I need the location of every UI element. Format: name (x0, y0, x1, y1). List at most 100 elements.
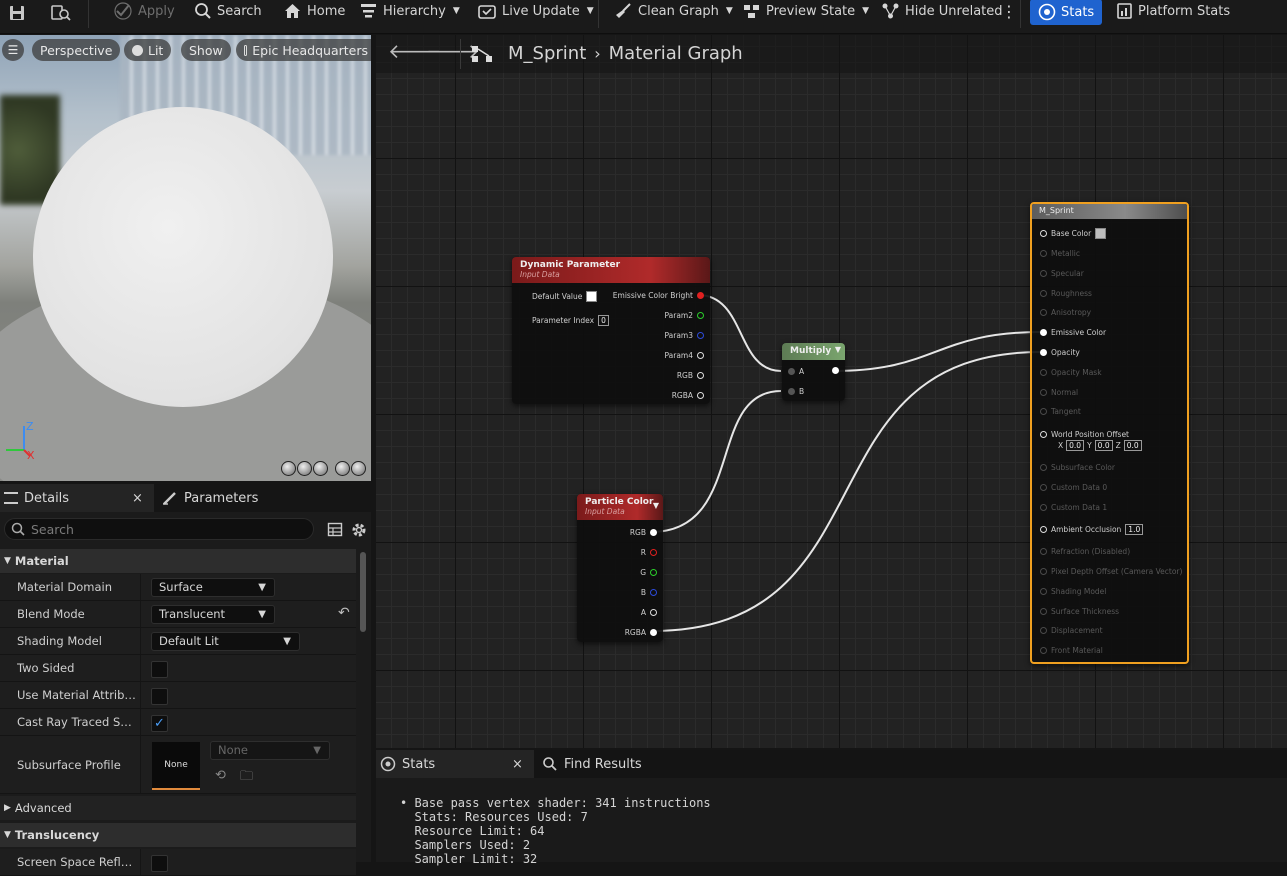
pin-param3[interactable]: Param3 (664, 331, 704, 340)
default-value-swatch[interactable] (586, 291, 598, 302)
pin-rgb[interactable]: RGB (677, 371, 704, 380)
pin-pc-b[interactable]: B (641, 588, 657, 597)
pin-specular[interactable]: Specular (1040, 269, 1084, 278)
close-icon[interactable]: × (512, 757, 523, 772)
pin-world-position-offset[interactable]: World Position Offset (1040, 430, 1129, 439)
pin-custom-data-0[interactable]: Custom Data 0 (1040, 483, 1107, 492)
pin-pixel-depth-offset[interactable]: Pixel Depth Offset (Camera Vector) (1040, 567, 1182, 576)
live-update-button[interactable]: Live Update ▼ (477, 0, 594, 22)
details-search-input[interactable]: Search (4, 518, 314, 540)
multiply-node[interactable]: Multiply ▼ A B (782, 343, 845, 401)
material-domain-combo[interactable]: Surface ▼ (151, 578, 275, 597)
preview-plane-icon[interactable] (313, 461, 328, 476)
breadcrumb-view[interactable]: Material Graph (609, 43, 743, 64)
blend-mode-combo[interactable]: Translucent ▼ (151, 605, 275, 624)
parameter-index-value[interactable]: 0 (598, 315, 609, 326)
pin-multiply-out[interactable] (832, 367, 839, 374)
subsurface-profile-combo[interactable]: None ▼ (210, 741, 330, 760)
preview-cylinder-icon[interactable] (281, 461, 296, 476)
preview-sphere-icon[interactable] (297, 461, 312, 476)
pin-pc-rgb[interactable]: RGB (630, 528, 657, 537)
subsurface-profile-thumbnail[interactable]: None (152, 742, 200, 790)
lit-button[interactable]: Lit (124, 39, 172, 61)
pin-metallic[interactable]: Metallic (1040, 249, 1080, 258)
hide-unrelated-button[interactable]: Hide Unrelated (881, 0, 1003, 22)
particle-color-node[interactable]: Particle Color Input Data ▼ RGB R G B A … (577, 494, 663, 642)
screen-space-reflections-checkbox[interactable] (151, 855, 168, 872)
search-button[interactable]: Search (194, 0, 262, 22)
details-scrollbar[interactable] (360, 552, 366, 632)
pin-surface-thickness[interactable]: Surface Thickness (1040, 607, 1119, 616)
more-options-icon[interactable]: ⋮ (1001, 0, 1017, 22)
tab-parameters[interactable]: Parameters (162, 484, 258, 512)
pin-opacity-mask[interactable]: Opacity Mask (1040, 368, 1102, 377)
browse-icon[interactable] (50, 2, 72, 24)
pin-shading-model[interactable]: Shading Model (1040, 587, 1106, 596)
pin-pc-a[interactable]: A (641, 608, 657, 617)
close-icon[interactable]: × (132, 491, 143, 506)
result-node-m-sprint[interactable]: M_Sprint Base Color Metallic Specular Ro… (1030, 202, 1189, 664)
platform-stats-button[interactable]: Platform Stats (1116, 0, 1230, 22)
cast-ray-traced-checkbox[interactable]: ✓ (151, 715, 168, 732)
home-button[interactable]: Home (283, 0, 345, 22)
chevron-down-icon[interactable]: ▼ (835, 345, 841, 354)
pin-pc-r[interactable]: R (641, 548, 657, 557)
category-material[interactable]: ▼ Material (0, 549, 356, 573)
save-icon[interactable] (8, 2, 26, 24)
pin-subsurface-color[interactable]: Subsurface Color (1040, 463, 1115, 472)
pin-front-material[interactable]: Front Material (1040, 646, 1103, 655)
pin-opacity[interactable]: Opacity (1040, 348, 1080, 357)
breadcrumb-asset[interactable]: M_Sprint (508, 43, 586, 64)
pin-refraction[interactable]: Refraction (Disabled) (1040, 547, 1130, 556)
dynamic-parameter-node[interactable]: Dynamic Parameter Input Data Default Val… (512, 257, 710, 404)
wpo-x-value[interactable]: 0.0 (1066, 440, 1085, 451)
use-selected-icon[interactable]: ⟲ (215, 768, 226, 783)
hierarchy-button[interactable]: Hierarchy ▼ (359, 0, 460, 22)
wpo-y-value[interactable]: 0.0 (1094, 440, 1113, 451)
pin-param2[interactable]: Param2 (664, 311, 704, 320)
pin-emissive-color[interactable]: Emissive Color (1040, 328, 1106, 337)
pin-pc-rgba[interactable]: RGBA (625, 628, 657, 637)
chevron-down-icon[interactable]: ▼ (653, 501, 659, 510)
use-material-attributes-checkbox[interactable] (151, 688, 168, 705)
ao-value[interactable]: 1.0 (1125, 524, 1144, 535)
show-button[interactable]: Show (181, 39, 231, 61)
tab-details[interactable]: Details × (0, 484, 154, 512)
material-preview-viewport[interactable]: ☰ Perspective Lit Show Epic Headquarters… (0, 35, 371, 481)
category-translucency[interactable]: ▼ Translucency (0, 823, 356, 847)
wpo-z-value[interactable]: 0.0 (1123, 440, 1142, 451)
environment-button[interactable]: Epic Headquarters (236, 39, 371, 61)
pin-base-color[interactable]: Base Color (1040, 228, 1107, 239)
preview-teapot-icon[interactable] (351, 461, 366, 476)
pin-tangent[interactable]: Tangent (1040, 407, 1081, 416)
tab-find-results[interactable]: Find Results (542, 750, 642, 778)
pin-normal[interactable]: Normal (1040, 388, 1078, 397)
material-graph-canvas[interactable]: 🡐 🡒 M_Sprint › Material Graph Dynamic Pa… (376, 35, 1287, 748)
shading-model-combo[interactable]: Default Lit ▼ (151, 632, 300, 651)
clean-graph-button[interactable]: Clean Graph ▼ (614, 0, 733, 22)
base-color-swatch[interactable] (1095, 228, 1107, 239)
pin-multiply-a[interactable]: A (788, 367, 804, 376)
pin-rgba[interactable]: RGBA (672, 391, 704, 400)
stats-button[interactable]: Stats (1030, 0, 1103, 25)
two-sided-checkbox[interactable] (151, 661, 168, 678)
viewport-menu-button[interactable]: ☰ (2, 39, 24, 61)
pin-param4[interactable]: Param4 (664, 351, 704, 360)
pin-emissive-color-bright[interactable]: Emissive Color Bright (613, 291, 704, 300)
browse-asset-icon[interactable]: 🗀 (240, 767, 253, 789)
pin-ambient-occlusion[interactable]: Ambient Occlusion 1.0 (1040, 524, 1144, 535)
perspective-button[interactable]: Perspective (32, 39, 121, 61)
pin-roughness[interactable]: Roughness (1040, 289, 1092, 298)
pin-displacement[interactable]: Displacement (1040, 626, 1103, 635)
tab-stats[interactable]: Stats × (376, 750, 534, 778)
reset-to-default-icon[interactable]: ↶ (338, 605, 350, 621)
category-advanced[interactable]: ▶ Advanced (0, 796, 356, 820)
preview-cube-icon[interactable] (335, 461, 350, 476)
pin-pc-g[interactable]: G (640, 568, 657, 577)
apply-button[interactable]: Apply (113, 0, 175, 22)
preview-state-button[interactable]: Preview State ▼ (742, 0, 869, 22)
pin-custom-data-1[interactable]: Custom Data 1 (1040, 503, 1107, 512)
pin-multiply-b[interactable]: B (788, 387, 804, 396)
pin-anisotropy[interactable]: Anisotropy (1040, 308, 1091, 317)
gear-icon[interactable] (351, 522, 367, 538)
